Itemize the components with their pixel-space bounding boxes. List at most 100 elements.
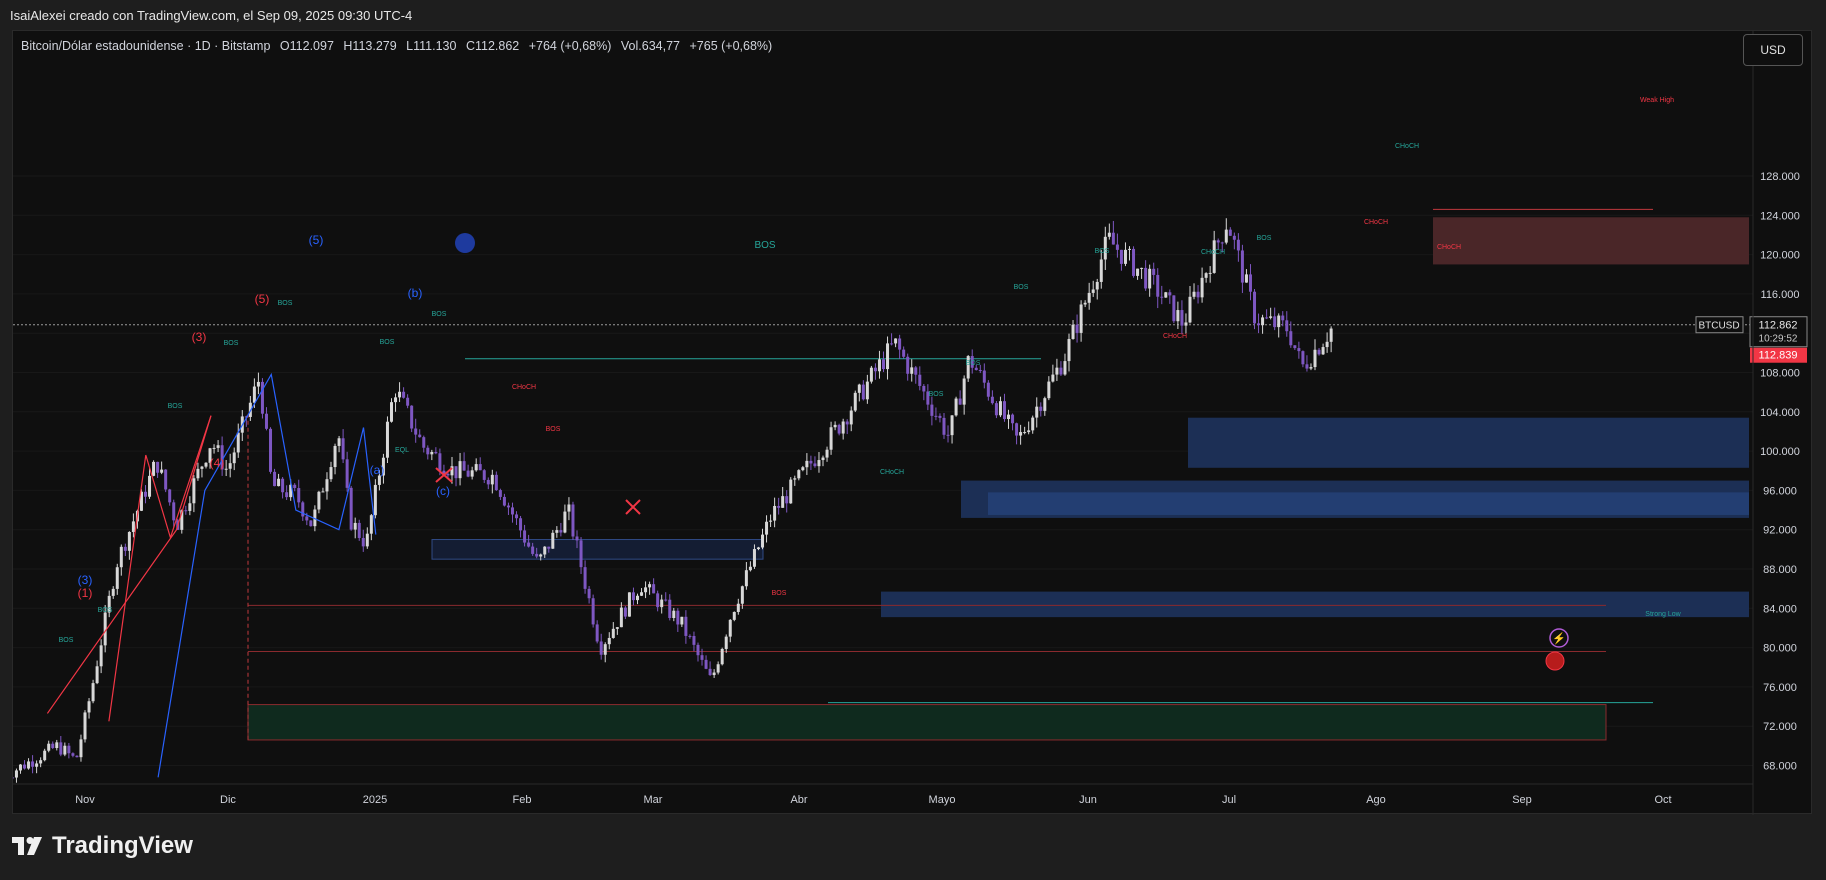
candle	[910, 367, 914, 374]
price-tick-label: 104.000	[1760, 407, 1800, 419]
candle	[458, 461, 462, 479]
wave-marker-circle	[455, 233, 475, 253]
candle	[385, 421, 389, 458]
choch-label: CHoCH	[1163, 333, 1187, 340]
wave-c-label: (c)	[436, 484, 450, 498]
candle	[1152, 268, 1156, 275]
wave-red-line	[46, 415, 212, 714]
candle	[728, 619, 732, 637]
candle	[793, 478, 797, 480]
candle	[873, 367, 877, 372]
candle	[627, 592, 631, 617]
candle	[422, 437, 426, 448]
bos-label: BOS	[98, 607, 113, 614]
candle	[402, 391, 406, 398]
candle	[184, 510, 188, 512]
candle	[232, 452, 236, 464]
candle	[83, 712, 87, 740]
candle	[35, 763, 39, 767]
candle	[841, 421, 845, 434]
candle	[285, 492, 289, 498]
candle	[273, 471, 277, 487]
candle	[861, 384, 865, 400]
price-tick-label: 92.000	[1763, 525, 1797, 537]
candle	[543, 546, 547, 555]
candle	[1031, 417, 1035, 431]
candle	[256, 381, 260, 387]
candle	[160, 469, 164, 473]
candle	[1309, 367, 1313, 369]
currency-button[interactable]: USD	[1743, 34, 1803, 66]
candle	[837, 424, 841, 434]
symbol-legend: Bitcoin/Dólar estadounidense · 1D · Bits…	[21, 39, 778, 53]
bos-label: BOS	[1257, 235, 1272, 242]
price-tick-label: 128.000	[1760, 171, 1800, 183]
candle	[502, 496, 506, 506]
tradingview-logo[interactable]: TradingView	[12, 832, 193, 860]
wave-b-label: (b)	[408, 286, 423, 300]
wave-3-label: (3)	[78, 573, 93, 587]
candle	[1047, 381, 1051, 399]
candle	[914, 367, 918, 375]
candle	[164, 469, 168, 490]
candle	[648, 584, 652, 588]
candle	[635, 595, 639, 601]
candle	[781, 496, 785, 508]
candle	[1200, 277, 1204, 298]
candle	[1123, 249, 1127, 264]
price-tick-label: 76.000	[1763, 682, 1797, 694]
candle	[559, 530, 563, 533]
tradingview-wordmark: TradingView	[52, 832, 193, 859]
candle	[1184, 322, 1188, 326]
candle	[373, 484, 377, 516]
bos-label: BOS	[966, 360, 981, 367]
demand-zone	[988, 492, 1749, 515]
price-tick-label: 120.000	[1760, 250, 1800, 262]
candle	[438, 453, 442, 471]
demand-zone	[1188, 417, 1749, 468]
candle	[1156, 274, 1160, 297]
bos-label: BOS	[772, 590, 787, 597]
last-price-label: 112.862	[1759, 320, 1798, 332]
candle	[1099, 259, 1103, 282]
candle	[1111, 232, 1115, 245]
strong-low-label: Strong Low	[1645, 611, 1681, 618]
chart-pane[interactable]: (5) (5) (3) (4) (3) (1) (b) (a) (c) BOS Weak High S…	[12, 30, 1813, 815]
candle	[1079, 304, 1083, 333]
bos-label: BOS	[432, 311, 447, 318]
candle	[1071, 324, 1075, 339]
candle	[115, 567, 119, 589]
candle	[478, 464, 482, 471]
candle	[1248, 274, 1252, 292]
candle	[111, 588, 115, 596]
price-tick-label: 108.000	[1760, 368, 1800, 380]
candle	[934, 415, 938, 417]
candle	[1160, 296, 1164, 298]
candle	[918, 374, 922, 386]
time-tick-label: Mar	[644, 794, 663, 806]
candle	[317, 491, 321, 510]
weak-high-label: Weak High	[1640, 97, 1674, 104]
time-tick-label: Nov	[75, 794, 95, 806]
candle	[454, 466, 458, 479]
chart-canvas[interactable]: (5)(5)(3)(4)(3)(1)(b)(a)(c)BOSWeak HighS…	[13, 31, 1813, 815]
candle	[998, 401, 1002, 416]
candle	[1216, 240, 1220, 243]
bos-label: BOS	[59, 637, 74, 644]
candle	[482, 470, 486, 480]
demand-zone	[431, 539, 764, 560]
candle	[462, 461, 466, 471]
candle	[950, 415, 954, 436]
candle	[946, 434, 950, 436]
candle	[744, 570, 748, 587]
symbol-title[interactable]: Bitcoin/Dólar estadounidense · 1D · Bits…	[21, 39, 270, 53]
candle	[930, 404, 934, 416]
candle	[95, 666, 99, 684]
candle	[228, 463, 232, 469]
symbol-tag-label: BTCUSD	[1698, 321, 1739, 332]
candle	[732, 611, 736, 620]
candle	[506, 505, 510, 508]
candle	[672, 610, 676, 618]
candle	[603, 644, 607, 655]
candle	[1313, 349, 1317, 368]
